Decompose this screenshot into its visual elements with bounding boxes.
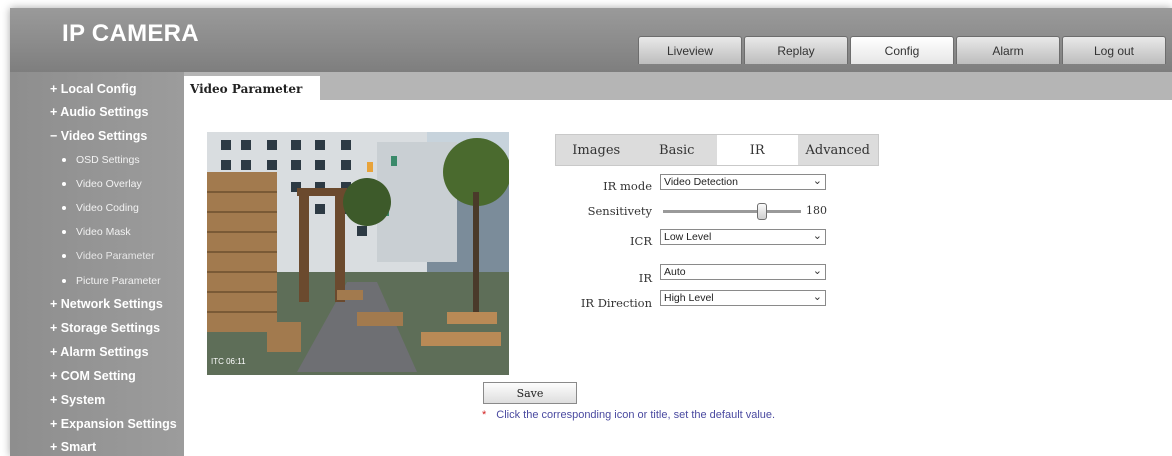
sidebar-item-network-settings[interactable]: + Network Settings [50, 297, 163, 311]
tab-video-parameter[interactable]: Video Parameter [184, 76, 320, 101]
subtab-basic[interactable]: Basic [637, 135, 718, 165]
bullet-icon [62, 279, 66, 284]
nav-tab-logout[interactable]: Log out [1062, 36, 1166, 64]
required-star: * [482, 409, 487, 421]
sidebar-subitem-video-coding[interactable]: Video Coding [62, 202, 139, 214]
ir-mode-label: IR mode [603, 179, 652, 193]
sidebar: + Local Config + Audio Settings − Video … [10, 72, 184, 456]
sidebar-item-alarm-settings[interactable]: + Alarm Settings [50, 345, 149, 359]
sidebar-item-local-config[interactable]: + Local Config [50, 82, 136, 96]
nav-tab-config[interactable]: Config [850, 36, 954, 64]
subtab-advanced[interactable]: Advanced [798, 135, 879, 165]
nav-tab-liveview[interactable]: Liveview [638, 36, 742, 64]
sidebar-item-storage-settings[interactable]: + Storage Settings [50, 321, 160, 335]
bullet-icon [62, 158, 66, 163]
hint-text: Click the corresponding icon or title, s… [496, 409, 776, 421]
sidebar-item-expansion-settings[interactable]: + Expansion Settings [50, 417, 177, 431]
chevron-down-icon: ⌄ [812, 230, 822, 242]
chevron-down-icon: ⌄ [812, 175, 822, 187]
icr-label: ICR [629, 234, 652, 248]
content-tab-bar [184, 72, 1172, 100]
chevron-down-icon: ⌄ [812, 265, 822, 277]
sidebar-subitem-video-parameter[interactable]: Video Parameter [62, 250, 155, 262]
bullet-icon [62, 254, 66, 259]
sidebar-subitem-osd-settings[interactable]: OSD Settings [62, 154, 140, 166]
icr-select[interactable]: Low Level ⌄ [660, 229, 826, 245]
sidebar-item-audio-settings[interactable]: + Audio Settings [50, 105, 149, 119]
sidebar-subitem-video-mask[interactable]: Video Mask [62, 226, 131, 238]
ir-direction-label: IR Direction [580, 296, 652, 310]
save-button[interactable]: Save [483, 382, 577, 404]
sidebar-subitem-video-overlay[interactable]: Video Overlay [62, 178, 142, 190]
sidebar-item-smart[interactable]: + Smart [50, 440, 96, 454]
sidebar-subitem-picture-parameter[interactable]: Picture Parameter [62, 275, 161, 287]
main-nav: Liveview Replay Config Alarm Log out [638, 36, 1166, 64]
sensitivity-slider-thumb[interactable] [757, 203, 768, 220]
bullet-icon [62, 206, 66, 211]
ir-label: IR [638, 271, 652, 285]
bullet-icon [62, 182, 66, 187]
sidebar-item-video-settings[interactable]: − Video Settings [50, 129, 147, 143]
nav-tab-replay[interactable]: Replay [744, 36, 848, 64]
default-value-hint: * Click the corresponding icon or title, … [482, 409, 775, 421]
video-parameter-subtabs: Images Basic IR Advanced [555, 134, 879, 166]
app-logo: IP CAMERA [62, 20, 199, 47]
bullet-icon [62, 230, 66, 235]
sensitivity-slider-track[interactable] [663, 210, 801, 213]
preview-timestamp: ITC 06:11 [211, 357, 246, 366]
subtab-images[interactable]: Images [556, 135, 637, 165]
sidebar-item-com-setting[interactable]: + COM Setting [50, 369, 136, 383]
sensitivity-value: 180 [806, 204, 827, 217]
app-window: IP CAMERA Liveview Replay Config Alarm L… [10, 8, 1172, 456]
chevron-down-icon: ⌄ [812, 291, 822, 303]
camera-preview-image: ITC 06:11 [207, 132, 509, 375]
header-bar: IP CAMERA Liveview Replay Config Alarm L… [10, 8, 1172, 72]
nav-tab-alarm[interactable]: Alarm [956, 36, 1060, 64]
camera-preview: ITC 06:11 [207, 132, 509, 375]
ir-select[interactable]: Auto ⌄ [660, 264, 826, 280]
sensitivity-label: Sensitivety [587, 204, 652, 218]
ir-mode-select[interactable]: Video Detection ⌄ [660, 174, 826, 190]
sidebar-item-system[interactable]: + System [50, 393, 105, 407]
ir-direction-select[interactable]: High Level ⌄ [660, 290, 826, 306]
subtab-ir[interactable]: IR [717, 135, 798, 165]
